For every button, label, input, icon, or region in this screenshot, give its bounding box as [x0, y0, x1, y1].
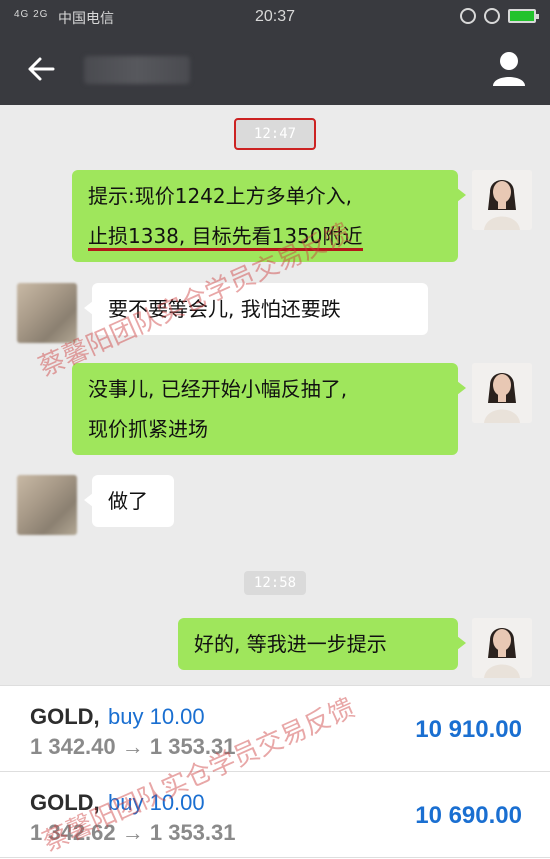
alarm-icon: [484, 8, 500, 24]
lock-rotation-icon: [460, 8, 476, 24]
arrow-left-icon[interactable]: [26, 54, 56, 84]
contact-message[interactable]: 要不要等会儿, 我怕还要跌: [84, 283, 428, 335]
trade-side: buy 10.00: [108, 704, 205, 729]
trade-profit: 10 910.00: [415, 716, 522, 743]
trade-list: GOLD, buy 10.00 1 342.40 → 1 353.31 10 9…: [0, 685, 550, 859]
highlighted-timestamp: 12:47: [233, 118, 317, 150]
trade-profit: 10 690.00: [415, 802, 522, 829]
battery-icon: [508, 9, 539, 23]
status-bar: 4G 2G 中国电信 20:37: [0, 0, 550, 34]
chat-area[interactable]: 12:47 提示:现价1242上方多单介入, 止损1338, 目标先看1350附…: [0, 105, 550, 685]
my-message[interactable]: 没事儿, 已经开始小幅反抽了, 现价抓紧进场: [72, 363, 466, 455]
message-timestamp: 12:47: [0, 118, 550, 150]
my-avatar[interactable]: [472, 363, 532, 423]
message-line-underlined: 止损1338, 目标先看1350附近: [88, 224, 363, 251]
message-line: 没事儿, 已经开始小幅反抽了,: [88, 377, 348, 401]
trade-row[interactable]: GOLD, buy 10.00 1 342.40 → 1 353.31 10 9…: [0, 686, 550, 772]
trade-prices: 1 342.40 → 1 353.31: [30, 734, 236, 759]
message-line: 提示:现价1242上方多单介入,: [88, 184, 352, 208]
trade-symbol: GOLD,: [30, 704, 100, 729]
message-line: 好的, 等我进一步提示: [194, 632, 387, 656]
status-icons: [460, 8, 539, 24]
woman-avatar-icon: [472, 618, 532, 678]
message-line: 要不要等会儿, 我怕还要跌: [108, 297, 341, 321]
trade-row[interactable]: GOLD, buy 10.00 1 342.62 → 1 353.31 10 6…: [0, 772, 550, 858]
trade-side: buy 10.00: [108, 790, 205, 815]
contact-avatar[interactable]: [17, 283, 77, 343]
contact-message[interactable]: 做了: [84, 475, 174, 527]
trade-prices: 1 342.62 → 1 353.31: [30, 820, 236, 845]
my-message[interactable]: 好的, 等我进一步提示: [178, 618, 466, 670]
woman-avatar-icon: [472, 363, 532, 423]
woman-avatar-icon: [472, 170, 532, 230]
my-avatar[interactable]: [472, 170, 532, 230]
contact-avatar[interactable]: [17, 475, 77, 535]
message-line: 现价抓紧进场: [88, 417, 208, 441]
my-message[interactable]: 提示:现价1242上方多单介入, 止损1338, 目标先看1350附近: [72, 170, 466, 262]
my-avatar[interactable]: [472, 618, 532, 678]
trade-symbol: GOLD,: [30, 790, 100, 815]
chat-title-blurred: [84, 56, 190, 84]
person-icon[interactable]: [492, 50, 526, 86]
message-line: 做了: [108, 489, 148, 513]
chat-header: [0, 34, 550, 105]
message-timestamp: 12:58: [0, 571, 550, 595]
